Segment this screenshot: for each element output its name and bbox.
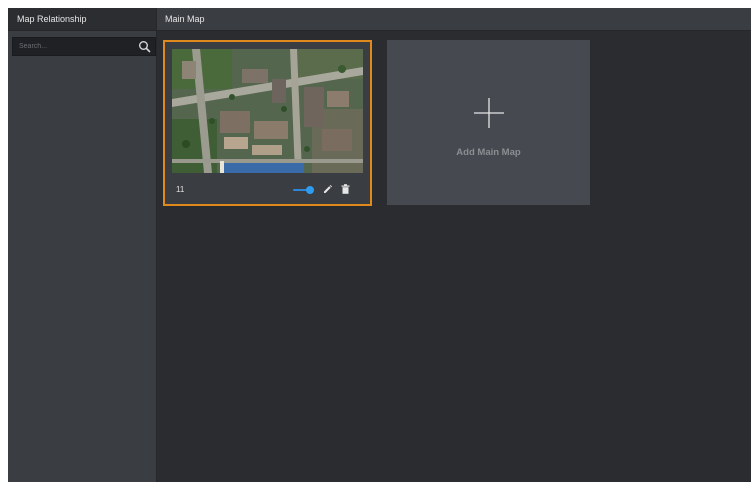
page-title: Main Map [157, 8, 751, 31]
search-box [12, 37, 156, 56]
search-input[interactable] [13, 38, 131, 55]
edit-icon[interactable] [323, 185, 332, 194]
sidebar-title: Map Relationship [8, 8, 156, 31]
map-card-footer: 11 [165, 176, 370, 204]
map-relationship-app: Map Relationship Main Map [8, 8, 751, 482]
plus-icon [474, 98, 504, 128]
sidebar: Map Relationship [8, 8, 157, 482]
map-card[interactable]: 11 [163, 40, 372, 206]
delete-icon[interactable] [341, 184, 350, 194]
search-icon[interactable] [138, 40, 151, 53]
map-enable-toggle[interactable] [293, 186, 314, 194]
map-name: 11 [176, 185, 185, 194]
main-panel: Main Map 11 Add Main Map [157, 8, 751, 482]
map-thumbnail[interactable] [172, 49, 363, 173]
toggle-knob [306, 186, 314, 194]
add-main-map-label: Add Main Map [456, 147, 521, 158]
add-main-map-card[interactable]: Add Main Map [387, 40, 590, 205]
